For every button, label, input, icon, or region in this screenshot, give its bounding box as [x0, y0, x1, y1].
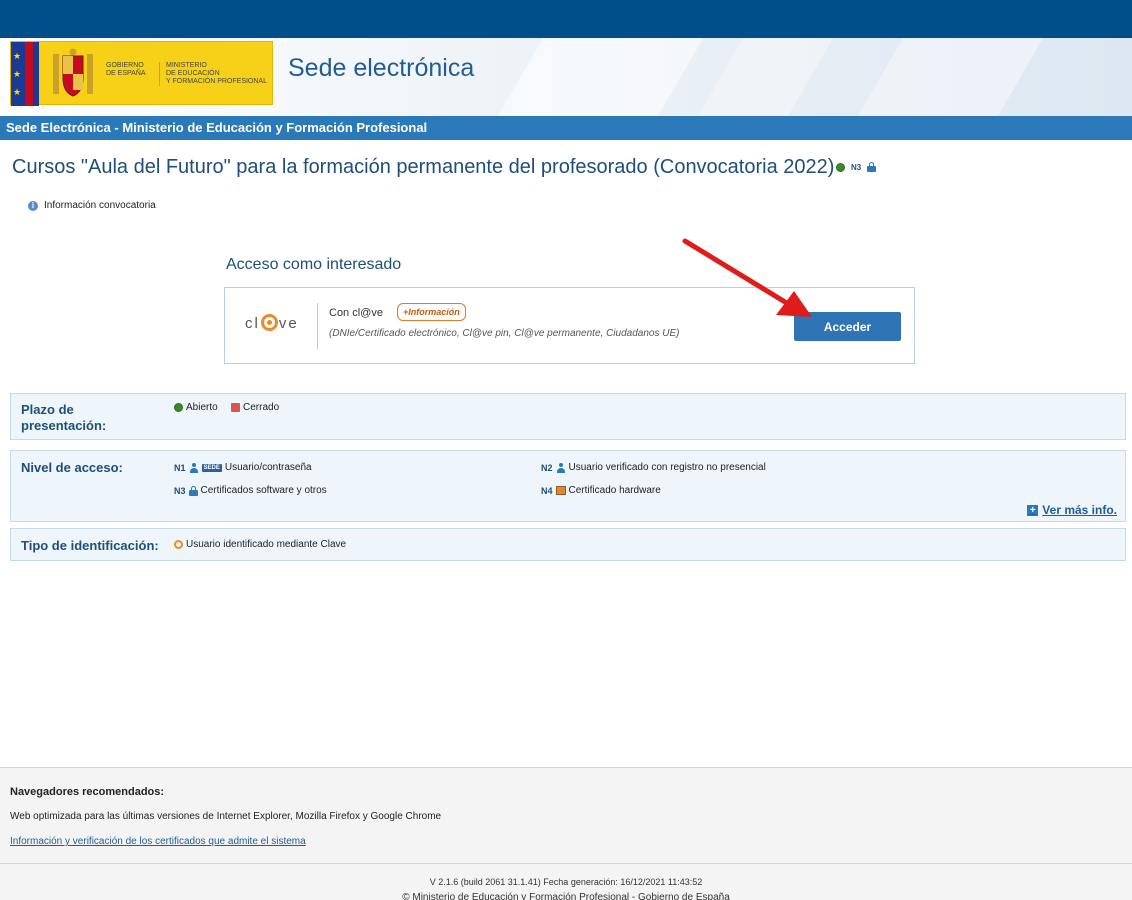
- divider: [317, 303, 318, 349]
- browsers-description: Web optimizada para las últimas versione…: [10, 811, 442, 822]
- red-arrow-annotation: [682, 238, 812, 317]
- sede-breadcrumb-bar[interactable]: Sede Electrónica - Ministerio de Educaci…: [0, 116, 1132, 140]
- page-title: Cursos "Aula del Futuro" para la formaci…: [12, 156, 835, 178]
- level-badge: N3: [851, 162, 862, 172]
- closed-icon: [231, 403, 240, 412]
- clave-description: (DNIe/Certificado electrónico, Cl@ve pin…: [329, 328, 680, 339]
- user-icon: [189, 462, 199, 473]
- title-status-icons: N3: [836, 162, 877, 172]
- hardware-token-icon: [555, 486, 566, 495]
- info-convocatoria-link[interactable]: i Información convocatoria: [28, 200, 156, 211]
- nivel-n3: N3 Certificados software y otros: [174, 485, 327, 496]
- tipo-label: Tipo de identificación:: [21, 538, 159, 553]
- clave-logo: cl ve: [245, 314, 299, 332]
- nivel-n4: N4 Certificado hardware: [541, 485, 661, 496]
- more-info-button[interactable]: +Información: [397, 303, 466, 321]
- nivel-n2: N2 Usuario verificado con registro no pr…: [541, 462, 766, 473]
- coat-of-arms-icon: [53, 48, 93, 97]
- ver-mas-info-link[interactable]: + Ver más info.: [1027, 503, 1117, 517]
- gobierno-text: GOBIERNO DE ESPAÑA: [106, 62, 146, 77]
- info-convocatoria-label: Información convocatoria: [44, 200, 156, 211]
- browsers-heading: Navegadores recomendados:: [10, 786, 165, 798]
- version-info: V 2.1.6 (build 2061 31.1.41) Fecha gener…: [429, 877, 703, 887]
- tipo-panel: Tipo de identificación: Usuario identifi…: [10, 528, 1126, 561]
- open-status-icon: [836, 162, 845, 172]
- verified-user-icon: [556, 462, 566, 473]
- tipo-value: Usuario identificado mediante Clave: [174, 539, 346, 550]
- copyright: © Ministerio de Educación y Formación Pr…: [402, 892, 730, 900]
- info-icon: i: [28, 200, 38, 211]
- open-icon: [174, 403, 183, 412]
- lock-icon: [188, 485, 198, 496]
- plus-icon: +: [1027, 504, 1039, 516]
- site-header: ★ ★ ★ GOBIERNO DE ESPAÑA MINISTERIO DE E…: [0, 38, 1132, 116]
- clave-at-icon: [260, 314, 278, 331]
- ministerio-text: MINISTERIO DE EDUCACIÓN Y FORMACIÓN PROF…: [159, 62, 267, 86]
- government-logo[interactable]: ★ ★ ★ GOBIERNO DE ESPAÑA MINISTERIO DE E…: [10, 41, 273, 106]
- nivel-panel: Nivel de acceso: N1 SEDE Usuario/contras…: [10, 450, 1126, 522]
- sede-badge: SEDE: [201, 463, 222, 472]
- clave-method-label: Con cl@ve: [329, 307, 383, 319]
- certificates-info-link[interactable]: Información y verificación de los certif…: [10, 836, 306, 847]
- plazo-panel: Plazo de presentación: Abierto Cerrado: [10, 393, 1126, 440]
- lock-icon: [867, 162, 877, 172]
- abierto-legend: Abierto: [174, 402, 218, 413]
- plazo-label: Plazo de presentación:: [21, 402, 107, 433]
- access-heading: Acceso como interesado: [226, 256, 402, 273]
- eu-flag-icon: ★ ★ ★: [11, 42, 39, 106]
- footer: Navegadores recomendados: Web optimizada…: [0, 768, 1132, 900]
- top-bar: [0, 0, 1132, 38]
- nivel-label: Nivel de acceso:: [21, 460, 123, 475]
- site-title[interactable]: Sede electrónica: [288, 54, 474, 83]
- cerrado-legend: Cerrado: [231, 402, 279, 413]
- clave-icon: [174, 540, 183, 549]
- nivel-n1: N1 SEDE Usuario/contraseña: [174, 462, 312, 473]
- footer-divider-2: [0, 863, 1132, 864]
